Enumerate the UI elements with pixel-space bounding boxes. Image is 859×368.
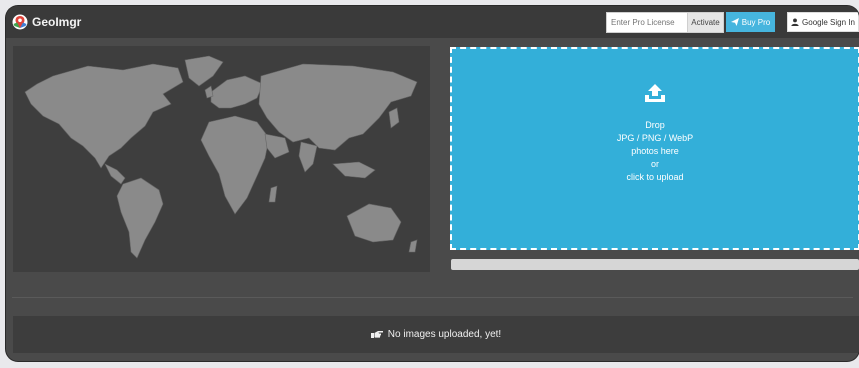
upload-dropzone[interactable]: Drop JPG / PNG / WebP photos here or cli… (450, 47, 859, 250)
buy-pro-label: Buy Pro (741, 17, 771, 27)
app-window: GeoImgr Activate Buy Pro Google Sign In (6, 6, 859, 361)
buy-pro-button[interactable]: Buy Pro (726, 12, 775, 32)
sign-in-label: Google Sign In (802, 17, 855, 27)
divider (12, 297, 853, 298)
dropzone-line-click: click to upload (626, 172, 684, 182)
license-input[interactable] (607, 13, 687, 32)
upload-icon (645, 84, 665, 102)
world-map[interactable] (13, 46, 430, 272)
paper-plane-icon (730, 18, 739, 26)
empty-uploads-text: No images uploaded, yet! (387, 329, 502, 340)
google-sign-in-button[interactable]: Google Sign In (787, 12, 859, 32)
user-icon (791, 18, 799, 26)
upload-progress-bar (451, 259, 859, 270)
brand-name: GeoImgr (32, 15, 82, 29)
dropzone-line-photos: photos here (631, 146, 679, 156)
dropzone-line-formats: JPG / PNG / WebP (616, 133, 694, 143)
dropzone-text: Drop JPG / PNG / WebP photos here or cli… (452, 119, 858, 184)
empty-uploads-message: No images uploaded, yet! (13, 316, 859, 353)
hand-pointing-icon (370, 331, 383, 338)
dropzone-line-or: or (650, 159, 659, 169)
activate-button[interactable]: Activate (687, 13, 723, 32)
top-navbar: GeoImgr Activate Buy Pro Google Sign In (6, 6, 859, 38)
brand[interactable]: GeoImgr (12, 13, 81, 31)
license-group: Activate (606, 12, 724, 33)
map-pin-logo-icon (12, 14, 28, 30)
dropzone-line-drop: Drop (645, 120, 665, 130)
